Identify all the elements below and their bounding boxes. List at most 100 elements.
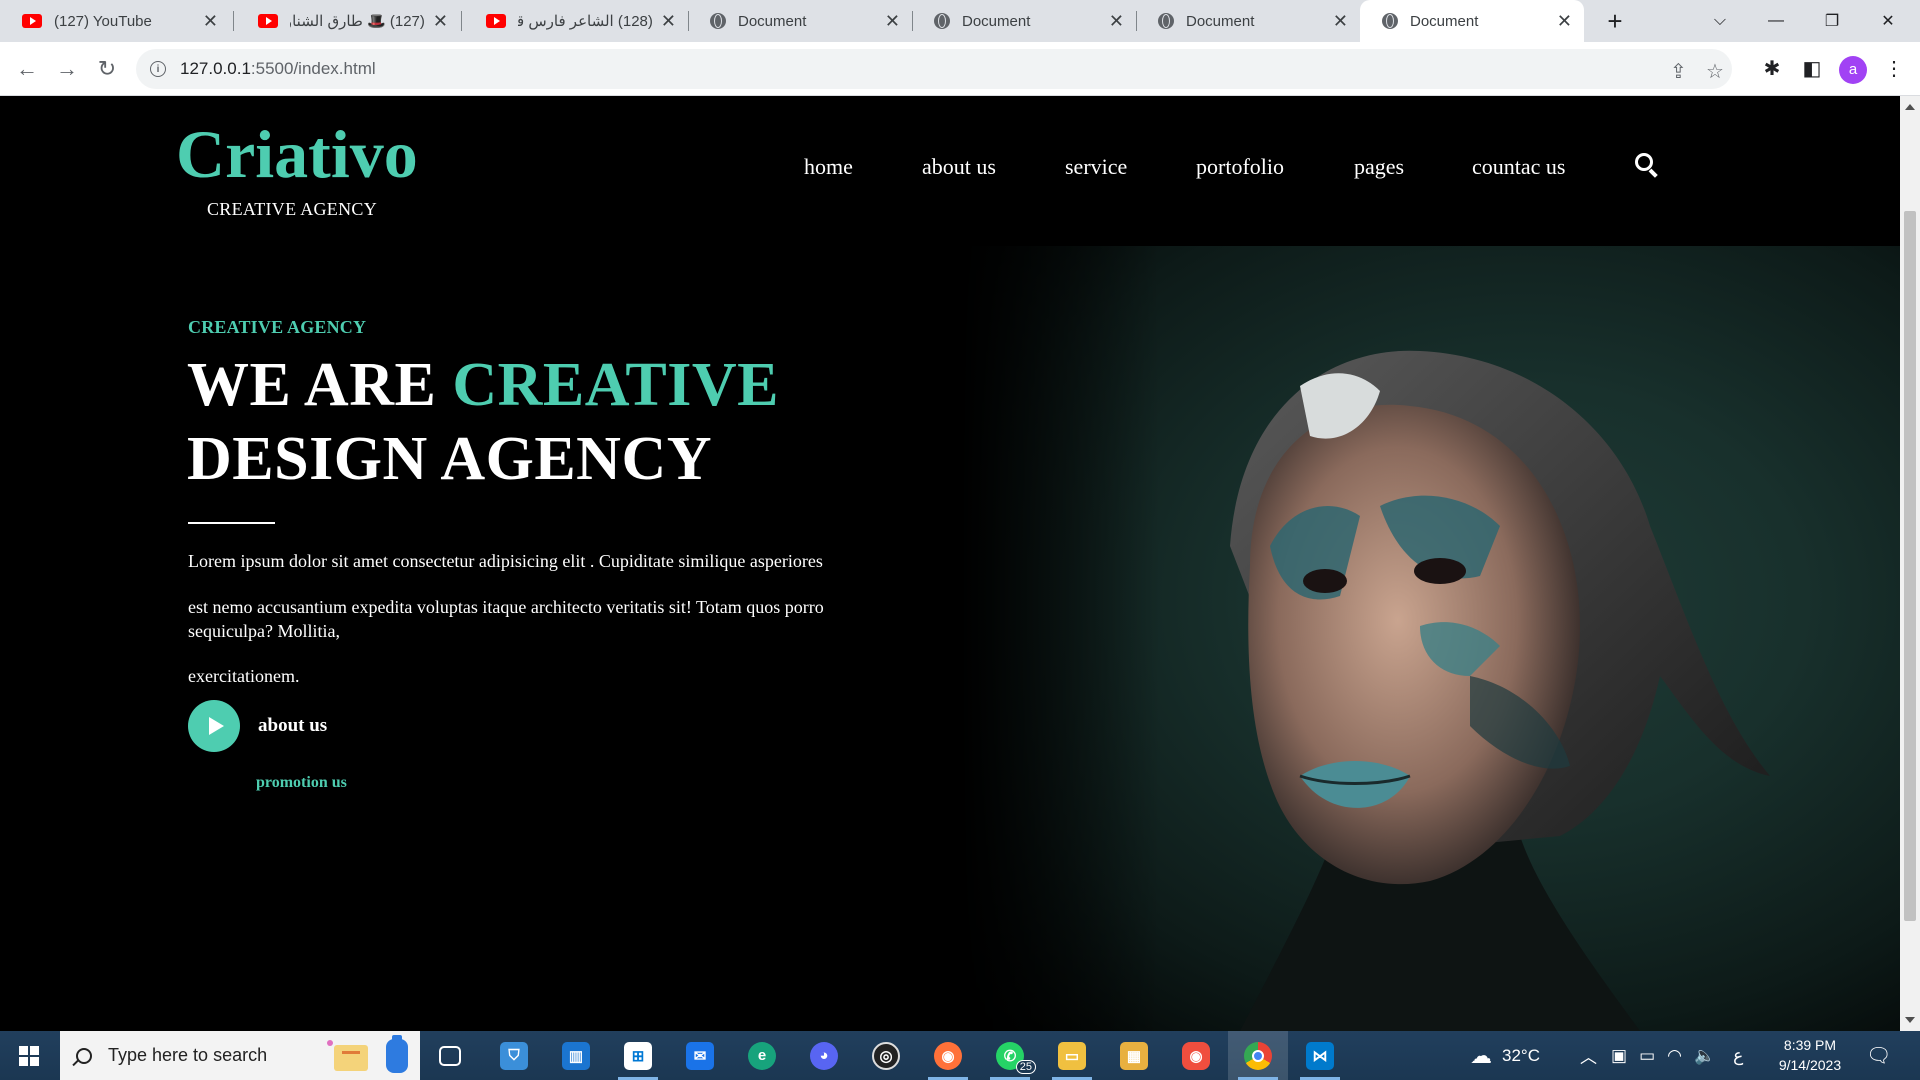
nav-service[interactable]: service [1065,154,1127,180]
close-icon[interactable]: ✕ [1557,11,1572,32]
vscode-icon: ⋈ [1306,1041,1334,1070]
windows-taskbar: Type here to search ⛉ ▥ ⊞ ✉ e ◕ ◎ ◉ ✆ 25… [0,1031,1920,1080]
close-icon[interactable]: ✕ [203,11,218,32]
battery-icon[interactable]: ▭ [1639,1046,1655,1066]
taskbar-app-record[interactable]: ◉ [1166,1031,1226,1080]
nav-portofolio[interactable]: portofolio [1196,154,1284,180]
nav-pages[interactable]: pages [1354,154,1404,180]
wifi-icon[interactable]: ◠ [1667,1046,1682,1066]
taskbar-app-1[interactable]: ⛉ [484,1031,544,1080]
nav-about-us[interactable]: about us [922,154,996,180]
store-icon: ⊞ [624,1041,652,1070]
restore-button[interactable]: ❐ [1804,0,1860,42]
tab-document-1[interactable]: Document ✕ [688,0,912,42]
hero-divider [188,522,275,524]
close-icon[interactable]: ✕ [433,11,448,32]
tab-title: Document [1410,12,1479,30]
taskbar-whatsapp[interactable]: ✆ 25 [980,1031,1040,1080]
info-icon[interactable]: i [150,61,166,77]
taskbar-obs[interactable]: ◎ [856,1031,916,1080]
taskbar-file-explorer[interactable]: ▭ [1042,1031,1102,1080]
close-window-button[interactable]: ✕ [1860,0,1916,42]
minimize-button[interactable]: — [1748,0,1804,42]
input-language[interactable]: ع [1733,1046,1743,1066]
taskbar-vscode[interactable]: ⋈ [1290,1031,1350,1080]
address-bar[interactable]: i 127.0.0.1:5500/index.html ⇪ ☆ [136,49,1732,89]
start-button[interactable] [0,1031,58,1080]
forward-button[interactable]: → [50,52,84,86]
promotion-us-link[interactable]: promotion us [256,774,347,792]
scrollbar-thumb[interactable] [1904,211,1916,921]
taskbar-edge[interactable]: e [732,1031,792,1080]
minimize-icon: — [1768,12,1784,29]
side-panel-icon[interactable]: ◧ [1798,55,1826,83]
reload-button[interactable]: ↻ [90,52,124,86]
notification-icon: 🗨 [1866,1045,1892,1067]
tab-youtube[interactable]: (127) YouTube ✕ [0,0,230,42]
temperature: 32°C [1502,1045,1540,1065]
search-highlight-illustration-icon [327,1035,408,1073]
page-scrollbar[interactable] [1900,96,1920,1031]
tab-document-active[interactable]: Document ✕ [1360,0,1584,42]
taskbar-firefox[interactable]: ◉ [918,1031,978,1080]
share-icon[interactable]: ⇪ [1670,59,1687,84]
hero-kicker: CREATIVE AGENCY [188,317,367,337]
taskbar-mail[interactable]: ✉ [670,1031,730,1080]
notification-center-button[interactable]: 🗨 [1866,1031,1891,1080]
taskbar-discord[interactable]: ◕ [794,1031,854,1080]
search-icon-handle [1648,168,1658,178]
bookmark-star-icon[interactable]: ☆ [1706,59,1724,84]
close-icon[interactable]: ✕ [1333,11,1348,32]
scroll-down-arrow-icon[interactable] [1905,1017,1915,1023]
taskbar-app-paint[interactable]: ▦ [1104,1031,1164,1080]
profile-avatar[interactable]: a [1839,56,1867,84]
taskbar-chrome[interactable] [1228,1031,1288,1080]
meet-icon[interactable]: ▣ [1611,1046,1627,1066]
chrome-icon [1244,1041,1272,1070]
weather-cloud-icon: ☁ [1470,1042,1492,1068]
taskbar-clock[interactable]: 8:39 PM 9/14/2023 [1760,1035,1860,1075]
close-icon[interactable]: ✕ [885,11,900,32]
globe-icon [1158,13,1174,29]
about-us-link[interactable]: about us [258,715,327,737]
back-button[interactable]: ← [10,52,44,86]
tab-document-2[interactable]: Document ✕ [912,0,1136,42]
play-video-button[interactable] [188,700,240,752]
scroll-up-arrow-icon[interactable] [1905,104,1915,110]
nav-home[interactable]: home [804,154,853,180]
extensions-icon[interactable]: ✱ [1758,55,1786,83]
tab-separator [461,11,462,31]
restore-icon: ❐ [1824,13,1840,30]
clock-date: 9/14/2023 [1778,1057,1842,1073]
close-icon[interactable]: ✕ [1109,11,1124,32]
site-logo[interactable]: Criativo [176,120,418,188]
new-tab-button[interactable]: + [1600,6,1630,36]
taskbar-app-2[interactable]: ▥ [546,1031,606,1080]
menu-kebab-icon[interactable]: ⋮ [1880,55,1908,83]
hero-paragraph-3: exercitationem. [188,666,300,686]
mail-icon: ✉ [686,1041,714,1070]
chevron-up-icon[interactable]: ︿ [1580,1043,1597,1068]
tab-search-button[interactable]: ⌵ [1692,0,1748,42]
search-icon[interactable] [1635,153,1659,178]
firefox-icon: ◉ [934,1041,962,1070]
volume-icon[interactable]: 🔈 [1694,1046,1715,1066]
close-icon[interactable]: ✕ [661,11,676,32]
audio-app-icon: ▥ [562,1041,590,1070]
tab-youtube-2[interactable]: (127) 🎩 طارق الشناوي ✕ [236,0,460,42]
nav-countac-us[interactable]: countac us [1472,154,1565,180]
url-text[interactable]: 127.0.0.1:5500/index.html [180,59,376,79]
weather-widget[interactable]: ☁ 32°C [1470,1031,1540,1080]
tab-youtube-3[interactable]: (128) الشاعر فارس قطر ✕ [464,0,688,42]
tab-document-3[interactable]: Document ✕ [1136,0,1360,42]
tab-separator [233,11,234,31]
task-view-button[interactable] [420,1031,480,1080]
tab-title: (127) 🎩 طارق الشناوي [290,13,425,30]
obs-icon: ◎ [872,1041,900,1070]
taskbar-store[interactable]: ⊞ [608,1031,668,1080]
record-icon: ◉ [1182,1041,1210,1070]
hero-headline-line-2: DESIGN AGENCY [187,425,712,493]
system-tray-icons: ︿ ▣ ▭ ◠ 🔈 ع [1580,1031,1743,1080]
globe-icon [934,13,950,29]
tab-strip: (127) YouTube ✕ (127) 🎩 طارق الشناوي ✕ (… [0,0,1920,42]
